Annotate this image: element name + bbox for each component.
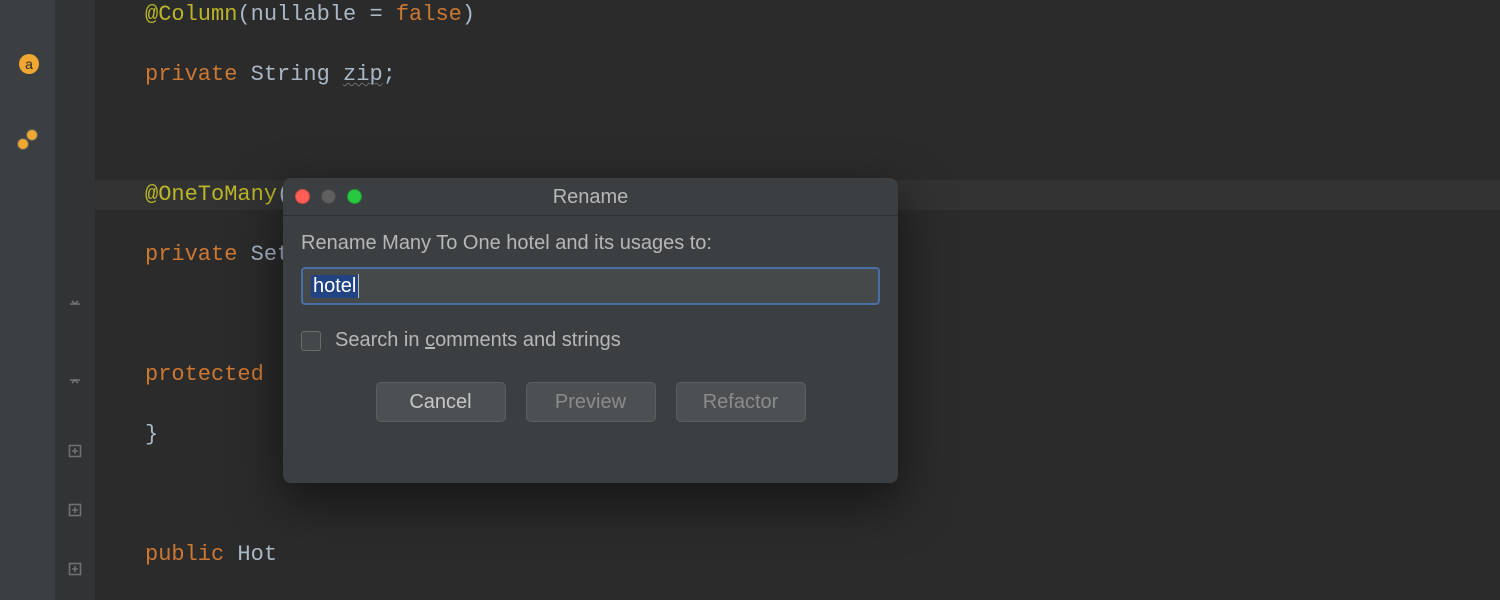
fold-handle-icon[interactable]	[66, 292, 84, 309]
rename-input-value: hotel	[311, 275, 358, 298]
search-comments-label: Search in comments and strings	[335, 329, 621, 352]
overridden-icon[interactable]	[17, 129, 41, 153]
editor-gutter	[55, 0, 95, 600]
dialog-buttons: Cancel Preview Refactor	[301, 382, 880, 422]
activity-bar: a	[0, 0, 55, 600]
expand-fold-icon[interactable]	[66, 503, 84, 520]
rename-dialog: Rename Rename Many To One hotel and its …	[283, 178, 898, 483]
dialog-prompt: Rename Many To One hotel and its usages …	[301, 232, 880, 255]
cancel-button[interactable]: Cancel	[376, 382, 506, 422]
dialog-title: Rename	[283, 178, 898, 216]
search-comments-checkbox[interactable]	[301, 331, 321, 351]
author-avatar[interactable]: a	[19, 54, 39, 74]
text-caret	[358, 274, 359, 298]
expand-fold-icon[interactable]	[66, 562, 84, 579]
expand-fold-icon[interactable]	[66, 444, 84, 461]
fold-handle-icon[interactable]	[66, 378, 84, 395]
refactor-button[interactable]: Refactor	[676, 382, 806, 422]
preview-button[interactable]: Preview	[526, 382, 656, 422]
dialog-titlebar[interactable]: Rename	[283, 178, 898, 216]
rename-input[interactable]: hotel	[301, 267, 880, 305]
